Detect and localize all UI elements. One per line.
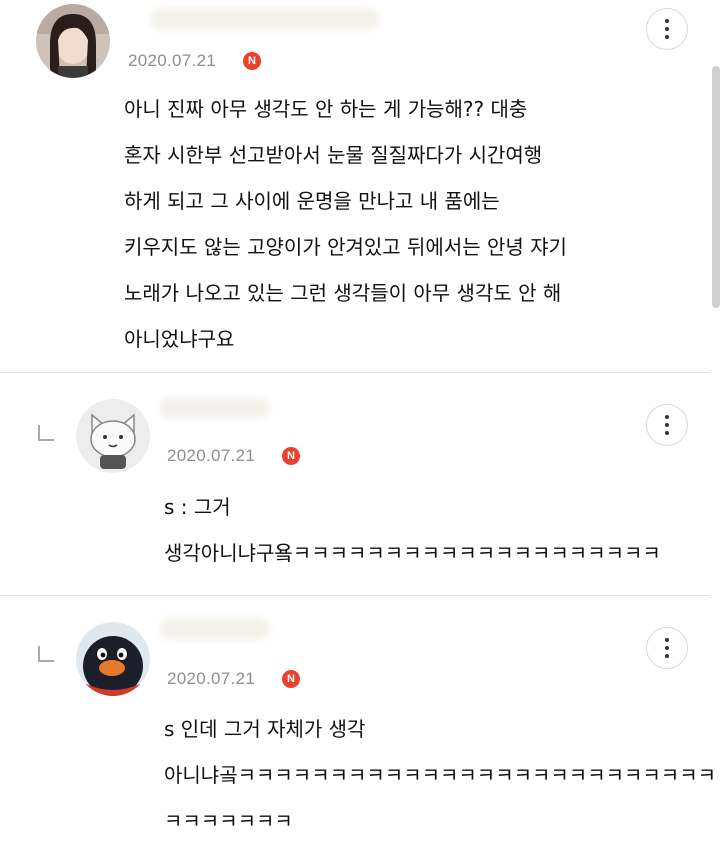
comment-1: 2020.07.21 N 아니 진짜 아무 생각도 안 하는 게 가능해?? 대… — [0, 0, 720, 372]
more-dot-icon — [665, 431, 669, 435]
more-options-button[interactable] — [646, 627, 688, 669]
more-dot-icon — [665, 638, 669, 642]
more-dot-icon — [665, 35, 669, 39]
more-options-button[interactable] — [646, 404, 688, 446]
comment-text: 아니 진짜 아무 생각도 안 하는 게 가능해?? 대충 혼자 시한부 선고받아… — [124, 97, 567, 351]
comment-date: 2020.07.21 — [167, 669, 256, 688]
reply-arrow-icon — [38, 425, 54, 441]
more-dot-icon — [665, 415, 669, 419]
username-blurred — [160, 397, 270, 419]
avatar[interactable] — [76, 622, 150, 696]
username-blurred — [160, 618, 270, 640]
more-dot-icon — [665, 27, 669, 31]
username-blurred — [150, 8, 380, 30]
penguin-avatar-icon — [76, 622, 150, 696]
new-badge: N — [243, 52, 261, 70]
cat-avatar-icon — [76, 399, 150, 473]
more-dot-icon — [665, 646, 669, 650]
comment-3: 2020.07.21 N s 인데 그거 자체가 생각 아니냐곸ㅋㅋㅋㅋㅋㅋㅋㅋ… — [0, 596, 720, 840]
reply-arrow-icon — [38, 646, 54, 662]
new-badge: N — [282, 670, 300, 688]
avatar[interactable] — [36, 4, 110, 78]
more-dot-icon — [665, 654, 669, 658]
comment-2: 2020.07.21 N s : 그거 생각아니냐구욬ㅋㅋㅋㅋㅋㅋㅋㅋㅋㅋㅋㅋㅋ… — [0, 373, 720, 595]
more-options-button[interactable] — [646, 8, 688, 50]
comment-date: 2020.07.21 — [167, 446, 256, 465]
comment-text: s : 그거 생각아니냐구욬ㅋㅋㅋㅋㅋㅋㅋㅋㅋㅋㅋㅋㅋㅋㅋㅋㅋㅋㅋㅋ — [164, 495, 661, 565]
new-badge: N — [282, 447, 300, 465]
more-dot-icon — [665, 423, 669, 427]
more-dot-icon — [665, 19, 669, 23]
scrollbar[interactable] — [712, 66, 720, 308]
user-photo-avatar-icon — [36, 4, 110, 78]
avatar[interactable] — [76, 399, 150, 473]
comment-text: s 인데 그거 자체가 생각 아니냐곸ㅋㅋㅋㅋㅋㅋㅋㅋㅋㅋㅋㅋㅋㅋㅋㅋㅋㅋㅋㅋㅋ… — [164, 717, 716, 833]
comment-date: 2020.07.21 — [128, 51, 217, 70]
